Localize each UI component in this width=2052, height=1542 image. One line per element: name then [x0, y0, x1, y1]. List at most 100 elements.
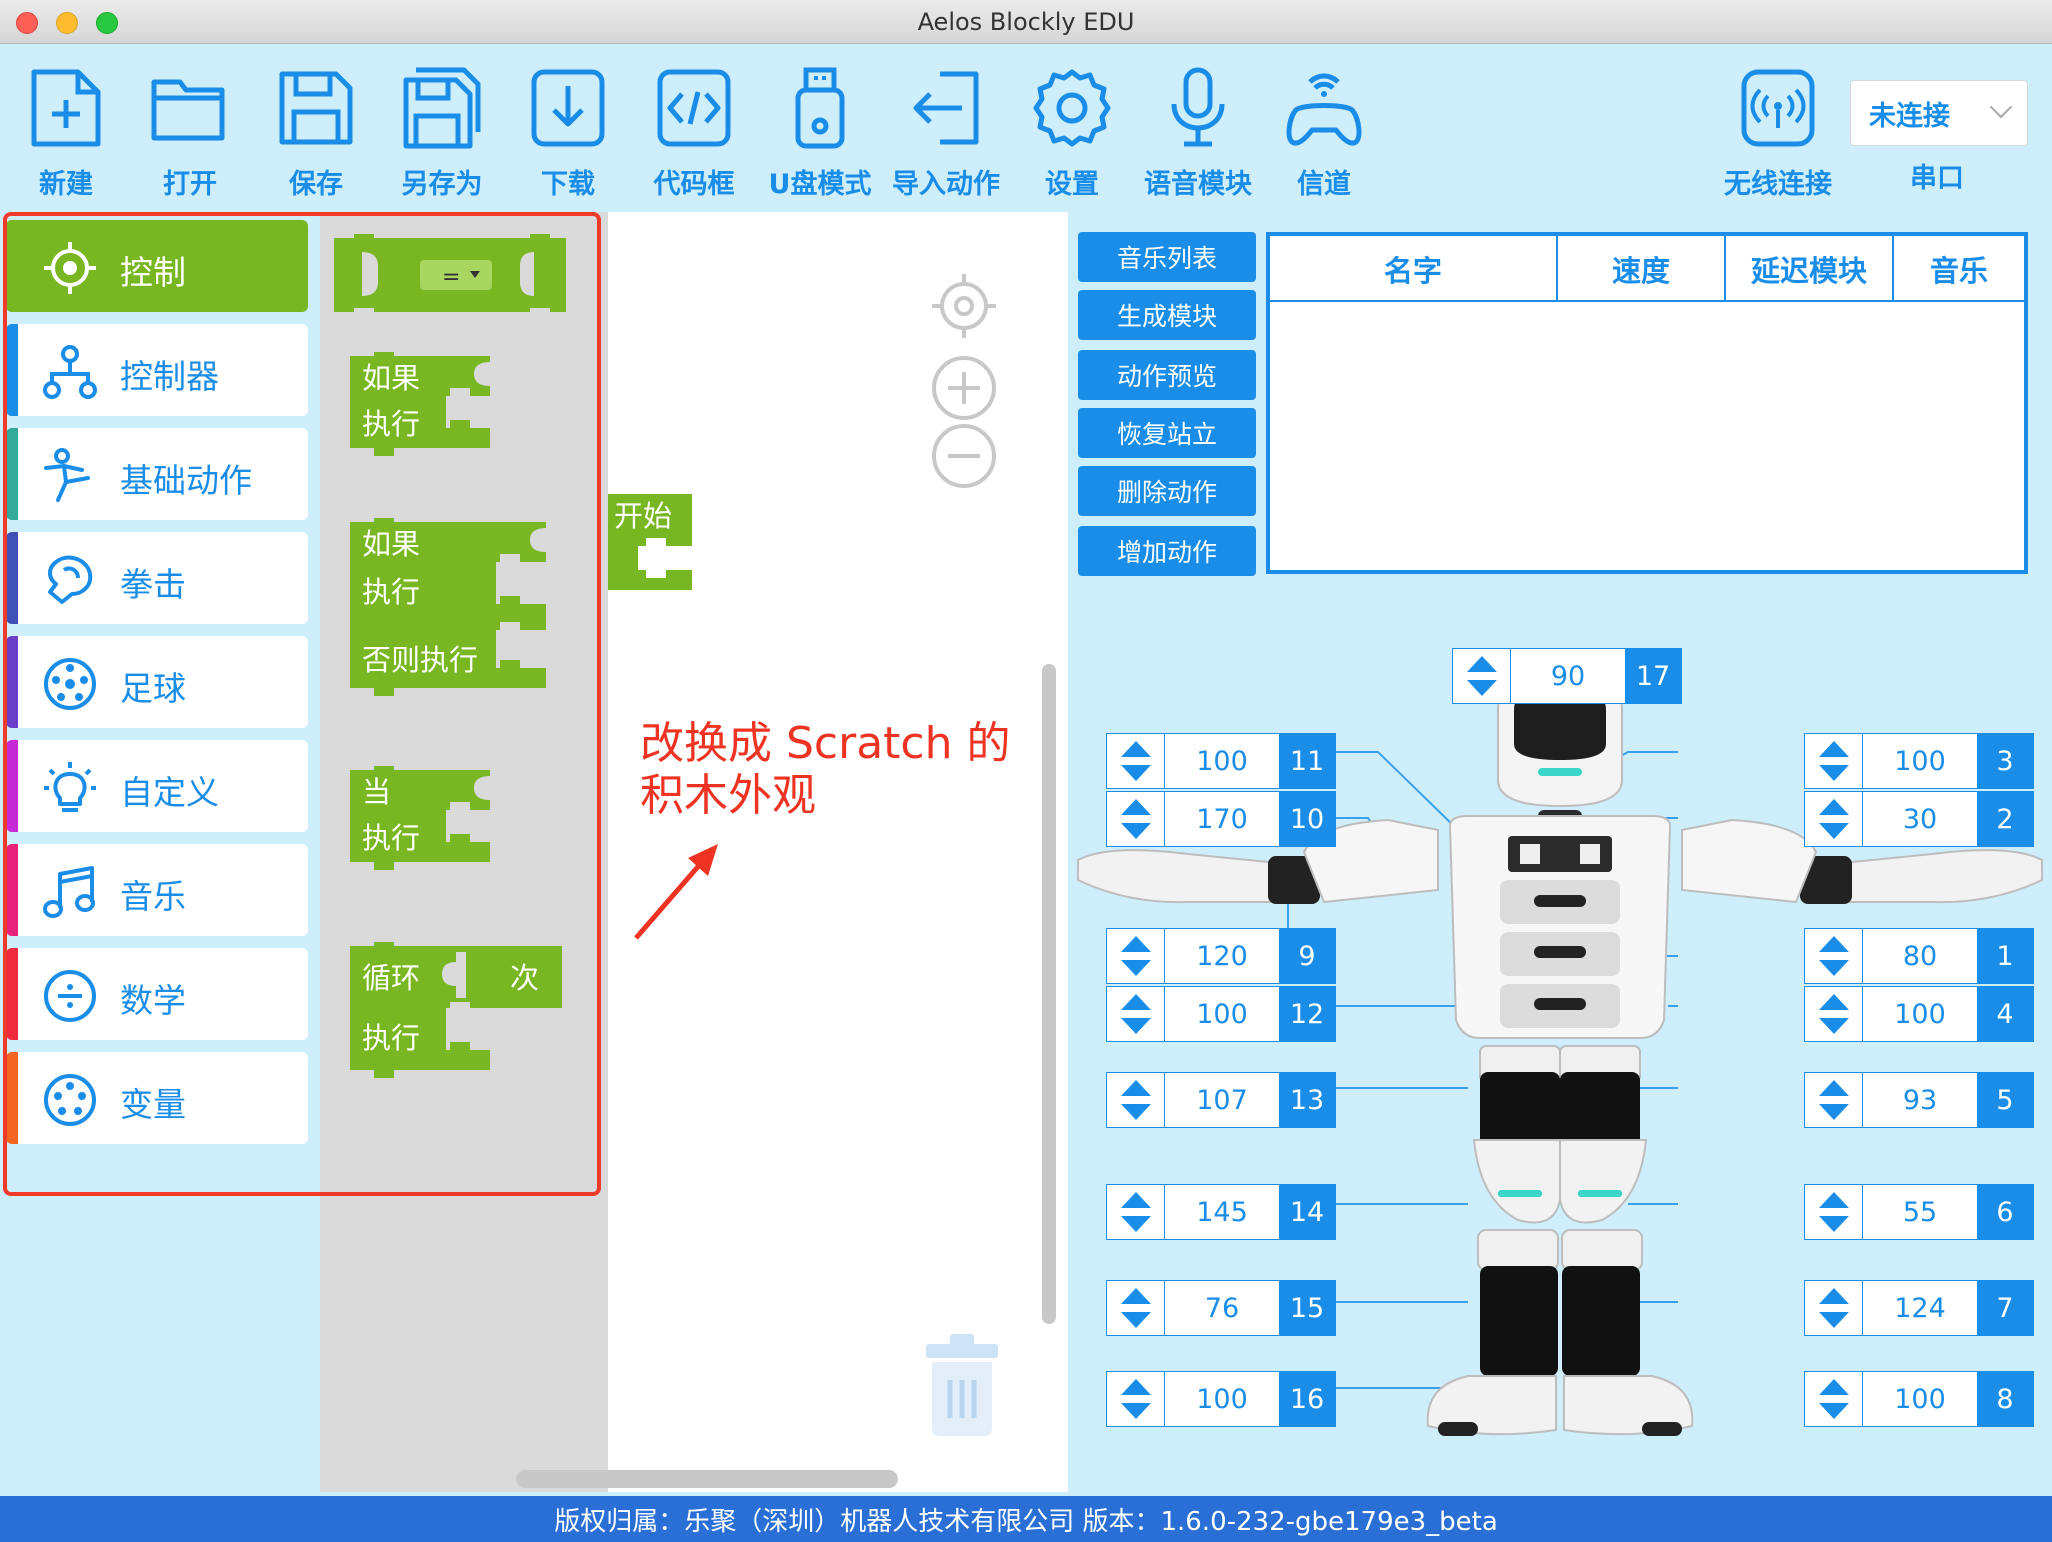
- servo-4-id: 4: [1977, 987, 2033, 1041]
- compare-operator[interactable]: =: [442, 265, 460, 290]
- servo-6-id: 6: [1977, 1185, 2033, 1239]
- code-box-button[interactable]: 代码框: [634, 66, 754, 206]
- generate-module-button[interactable]: 生成模块: [1078, 290, 1256, 340]
- voice-module-button[interactable]: 语音模块: [1138, 66, 1258, 206]
- category-music[interactable]: 音乐: [6, 844, 308, 936]
- save-label: 保存: [289, 169, 343, 200]
- servo-14-stepper[interactable]: [1107, 1185, 1165, 1239]
- servo-4-stepper[interactable]: [1805, 987, 1863, 1041]
- repeat-block[interactable]: 循环 次 执行: [350, 942, 580, 1092]
- category-custom[interactable]: 自定义: [6, 740, 308, 832]
- open-button[interactable]: 打开: [130, 66, 250, 206]
- servo-1-control: 80 1: [1804, 928, 2034, 984]
- servo-10-stepper[interactable]: [1107, 792, 1165, 846]
- new-button[interactable]: 新建: [6, 66, 126, 206]
- start-block[interactable]: 开始: [602, 490, 702, 610]
- workspace-horizontal-scrollbar[interactable]: [516, 1470, 898, 1488]
- category-color-stripe: [6, 844, 18, 936]
- channel-button[interactable]: 信道: [1264, 66, 1384, 206]
- save-button[interactable]: 保存: [256, 66, 376, 206]
- settings-button[interactable]: 设置: [1012, 66, 1132, 206]
- action-preview-button[interactable]: 动作预览: [1078, 350, 1256, 400]
- delete-action-button[interactable]: 删除动作: [1078, 466, 1256, 516]
- servo-11-value[interactable]: 100: [1165, 734, 1279, 788]
- music-list-button[interactable]: 音乐列表: [1078, 232, 1256, 282]
- usb-mode-button[interactable]: U盘模式: [760, 66, 880, 206]
- save-as-button[interactable]: 另存为: [382, 66, 502, 206]
- while-block[interactable]: 当 执行: [350, 766, 550, 886]
- serial-port-select[interactable]: 未连接: [1850, 80, 2028, 146]
- import-action-button[interactable]: 导入动作: [886, 66, 1006, 206]
- servo-13-value[interactable]: 107: [1165, 1073, 1279, 1127]
- action-table[interactable]: 名字 速度 延迟模块 音乐: [1266, 232, 2028, 574]
- channel-label: 信道: [1297, 169, 1351, 200]
- category-math[interactable]: 数学: [6, 948, 308, 1040]
- zoom-out-icon[interactable]: [930, 422, 998, 490]
- download-button[interactable]: 下载: [508, 66, 628, 206]
- servo-5-value[interactable]: 93: [1863, 1073, 1977, 1127]
- servo-14-control: 145 14: [1106, 1184, 1336, 1240]
- servo-12-value[interactable]: 100: [1165, 987, 1279, 1041]
- column-speed[interactable]: 速度: [1558, 236, 1726, 302]
- column-music[interactable]: 音乐: [1894, 236, 2024, 302]
- servo-16-value[interactable]: 100: [1165, 1372, 1279, 1426]
- servo-6-value[interactable]: 55: [1863, 1185, 1977, 1239]
- servo-1-value[interactable]: 80: [1863, 929, 1977, 983]
- serial-port-label: 串口: [1910, 163, 1964, 194]
- servo-8-stepper[interactable]: [1805, 1372, 1863, 1426]
- servo-4-value[interactable]: 100: [1863, 987, 1977, 1041]
- category-color-stripe: [6, 1052, 18, 1144]
- servo-9-value[interactable]: 120: [1165, 929, 1279, 983]
- servo-15-value[interactable]: 76: [1165, 1281, 1279, 1335]
- if-block[interactable]: 如果 执行: [350, 352, 550, 472]
- category-basic-actions[interactable]: 基础动作: [6, 428, 308, 520]
- spinner-arrows-icon: [1120, 799, 1151, 839]
- category-variables[interactable]: 变量: [6, 1052, 308, 1144]
- code-icon: [657, 69, 731, 147]
- servo-3-value[interactable]: 100: [1863, 734, 1977, 788]
- servo-2-value[interactable]: 30: [1863, 792, 1977, 846]
- servo-8-value[interactable]: 100: [1863, 1372, 1977, 1426]
- servo-12-stepper[interactable]: [1107, 987, 1165, 1041]
- servo-14-value[interactable]: 145: [1165, 1185, 1279, 1239]
- category-label: 足球: [120, 669, 186, 708]
- servo-10-value[interactable]: 170: [1165, 792, 1279, 846]
- action-table-header: 名字 速度 延迟模块 音乐: [1270, 236, 2024, 302]
- servo-7-stepper[interactable]: [1805, 1281, 1863, 1335]
- restore-stand-button[interactable]: 恢复站立: [1078, 408, 1256, 458]
- servo-11-stepper[interactable]: [1107, 734, 1165, 788]
- else-do-label: 否则执行: [362, 643, 478, 677]
- servo-7-value[interactable]: 124: [1863, 1281, 1977, 1335]
- servo-2-stepper[interactable]: [1805, 792, 1863, 846]
- spinner-arrows-icon: [1120, 1192, 1151, 1232]
- add-action-button[interactable]: 增加动作: [1078, 526, 1256, 576]
- servo-13-stepper[interactable]: [1107, 1073, 1165, 1127]
- servo-5-stepper[interactable]: [1805, 1073, 1863, 1127]
- category-boxing[interactable]: 拳击: [6, 532, 308, 624]
- servo-7-id: 7: [1977, 1281, 2033, 1335]
- recenter-icon[interactable]: [928, 270, 1000, 342]
- servo-6-stepper[interactable]: [1805, 1185, 1863, 1239]
- if-else-block[interactable]: 如果 执行 否则执行: [350, 518, 580, 718]
- trash-icon[interactable]: [918, 1330, 1006, 1440]
- servo-3-stepper[interactable]: [1805, 734, 1863, 788]
- zoom-in-icon[interactable]: [930, 354, 998, 422]
- column-delay-module[interactable]: 延迟模块: [1726, 236, 1894, 302]
- spinner-arrows-icon: [1120, 741, 1151, 781]
- category-football[interactable]: 足球: [6, 636, 308, 728]
- servo-9-stepper[interactable]: [1107, 929, 1165, 983]
- category-color-stripe: [6, 324, 18, 416]
- servo-15-stepper[interactable]: [1107, 1281, 1165, 1335]
- servo-1-stepper[interactable]: [1805, 929, 1863, 983]
- servo-17-stepper[interactable]: [1453, 649, 1511, 703]
- do-label: 执行: [362, 407, 420, 441]
- column-name[interactable]: 名字: [1270, 236, 1558, 302]
- compare-block[interactable]: =: [334, 230, 574, 316]
- wireless-connect-button[interactable]: 无线连接: [1718, 66, 1838, 206]
- category-control[interactable]: 控制: [6, 220, 308, 312]
- servo-17-value[interactable]: 90: [1511, 649, 1625, 703]
- servo-16-stepper[interactable]: [1107, 1372, 1165, 1426]
- category-controller[interactable]: 控制器: [6, 324, 308, 416]
- wireless-connect-label: 无线连接: [1724, 169, 1832, 200]
- category-color-stripe: [6, 948, 18, 1040]
